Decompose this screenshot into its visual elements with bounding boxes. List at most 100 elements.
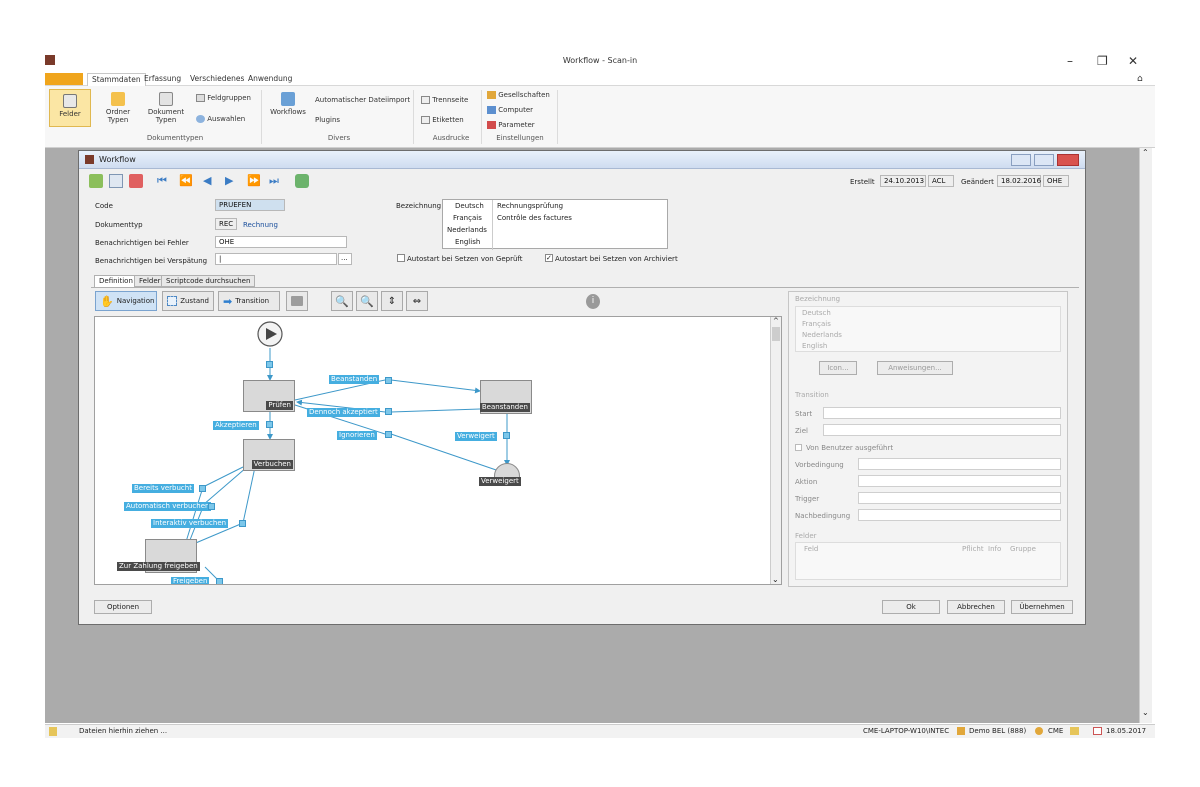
transition-bereits-verbucht[interactable]: Bereits verbucht xyxy=(132,484,194,493)
props-start-select[interactable] xyxy=(823,407,1061,419)
transition-dennoch-akzeptiert[interactable]: Dennoch akzeptiert xyxy=(307,408,380,417)
optionen-button[interactable]: Optionen xyxy=(94,600,152,614)
trigger-field[interactable] xyxy=(858,492,1061,504)
notify-delay-picker-button[interactable]: ... xyxy=(338,253,352,265)
workspace-scrollbar[interactable]: ⌃ ⌄ xyxy=(1139,148,1152,723)
transition-connector[interactable] xyxy=(216,578,223,584)
transition-akzeptieren[interactable]: Akzeptieren xyxy=(213,421,259,430)
parameter-button[interactable]: Parameter xyxy=(487,121,535,129)
tab-verschiedenes[interactable]: Verschiedenes xyxy=(186,73,248,86)
state-node-verbuchen[interactable]: Verbuchen xyxy=(243,439,295,471)
fit-height-button[interactable]: ⇕ xyxy=(381,291,403,311)
autostart-checked-checkbox[interactable] xyxy=(397,254,405,262)
transition-connector[interactable] xyxy=(266,421,273,428)
scroll-up-icon[interactable]: ⌃ xyxy=(1142,148,1149,157)
notify-delay-field[interactable]: | xyxy=(215,253,337,265)
computer-button[interactable]: Computer xyxy=(487,106,533,114)
minimize-button[interactable]: – xyxy=(1067,54,1073,68)
ok-button[interactable]: Ok xyxy=(882,600,940,614)
close-button[interactable]: ✕ xyxy=(1128,54,1138,68)
navigation-tool-button[interactable]: ✋ Navigation xyxy=(95,291,157,311)
bezeichnung-deutsch[interactable]: Rechnungsprüfung xyxy=(497,202,563,210)
bezeichnung-francais[interactable]: Contrôle des factures xyxy=(497,214,572,222)
tab-definition[interactable]: Definition xyxy=(94,275,138,287)
tab-stammdaten[interactable]: Stammdaten xyxy=(87,73,146,86)
first-record-icon[interactable]: ⏮ xyxy=(157,174,171,188)
automatischer-dateiimport-button[interactable]: Automatischer Dateiimport xyxy=(315,96,410,104)
zoom-in-button[interactable]: 🔍 xyxy=(331,291,353,311)
canvas-scroll-thumb[interactable] xyxy=(772,327,780,341)
workflow-diagram-canvas[interactable]: Prüfen Beanstanden Verbuchen Verweigert … xyxy=(94,316,782,585)
transition-verweigert[interactable]: Verweigert xyxy=(455,432,497,441)
tab-scriptcode[interactable]: Scriptcode durchsuchen xyxy=(161,275,256,287)
scroll-down-icon[interactable]: ⌄ xyxy=(1142,708,1149,717)
anweisungen-button[interactable]: Anweisungen... xyxy=(877,361,953,375)
app-menu-button[interactable] xyxy=(45,73,83,85)
plugins-button[interactable]: Plugins xyxy=(315,116,340,124)
dokument-typen-button[interactable]: Dokument Typen xyxy=(145,92,187,124)
prev-page-icon[interactable]: ⏪ xyxy=(179,174,193,188)
transition-automatisch-verbuchen[interactable]: Automatisch verbuchen xyxy=(124,502,212,511)
transition-freigeben[interactable]: Freigeben xyxy=(171,577,210,584)
gesellschaften-button[interactable]: Gesellschaften xyxy=(487,91,550,99)
doctype-code[interactable]: REC xyxy=(215,218,237,230)
transition-connector[interactable] xyxy=(503,432,510,439)
aktion-field[interactable] xyxy=(858,475,1061,487)
transition-connector[interactable] xyxy=(266,361,273,368)
state-node-beanstanden[interactable]: Beanstanden xyxy=(479,380,532,414)
von-benutzer-checkbox[interactable] xyxy=(795,444,802,451)
trennseite-button[interactable]: Trennseite xyxy=(421,96,468,104)
state-node-pruefen[interactable]: Prüfen xyxy=(243,380,295,412)
canvas-scroll-up-icon[interactable]: ^ xyxy=(773,317,779,325)
delete-record-icon[interactable] xyxy=(129,174,143,188)
abbrechen-button[interactable]: Abbrechen xyxy=(947,600,1005,614)
auswahlen-button[interactable]: Auswahlen xyxy=(196,115,245,123)
new-record-icon[interactable] xyxy=(89,174,103,188)
workflows-button[interactable]: Workflows xyxy=(269,92,307,116)
fit-width-button[interactable]: ⇔ xyxy=(406,291,428,311)
prev-record-icon[interactable]: ◀ xyxy=(203,174,217,188)
felder-button[interactable]: Felder xyxy=(49,89,91,127)
restore-button[interactable]: ❐ xyxy=(1097,54,1108,68)
print-button[interactable] xyxy=(286,291,308,311)
transition-interaktiv-verbuchen[interactable]: Interaktiv verbuchen xyxy=(151,519,229,528)
info-button[interactable]: i xyxy=(582,291,604,311)
copy-record-icon[interactable] xyxy=(109,174,123,188)
state-node-zur-zahlung-freigeben[interactable]: Zur Zahlung freigeben xyxy=(117,539,200,573)
next-record-icon[interactable]: ▶ xyxy=(225,174,239,188)
refresh-icon[interactable] xyxy=(295,174,309,188)
transition-ignorieren[interactable]: Ignorieren xyxy=(337,431,377,440)
last-record-icon[interactable]: ⏭ xyxy=(269,174,283,188)
child-close-button[interactable] xyxy=(1057,154,1079,166)
ribbon-collapse-icon[interactable]: ⌂ xyxy=(1133,73,1147,86)
props-ziel-select[interactable] xyxy=(823,424,1061,436)
tab-erfassung[interactable]: Erfassung xyxy=(140,73,185,86)
child-restore-button[interactable] xyxy=(1034,154,1054,166)
feldgruppen-button[interactable]: Feldgruppen xyxy=(196,94,251,102)
doctype-name-link[interactable]: Rechnung xyxy=(243,221,278,229)
zustand-tool-button[interactable]: Zustand xyxy=(162,291,214,311)
icon-button[interactable]: Icon... xyxy=(819,361,857,375)
etiketten-button[interactable]: Etiketten xyxy=(421,116,464,124)
canvas-scroll-down-icon[interactable]: ⌄ xyxy=(772,575,779,584)
nachbedingung-field[interactable] xyxy=(858,509,1061,521)
zoom-out-button[interactable]: 🔍 xyxy=(356,291,378,311)
transition-beanstanden[interactable]: Beanstanden xyxy=(329,375,380,384)
vorbedingung-field[interactable] xyxy=(858,458,1061,470)
tab-anwendung[interactable]: Anwendung xyxy=(244,73,296,86)
autostart-archived-checkbox[interactable]: ✓ xyxy=(545,254,553,262)
transition-connector[interactable] xyxy=(385,431,392,438)
transition-connector[interactable] xyxy=(239,520,246,527)
next-page-icon[interactable]: ⏩ xyxy=(247,174,261,188)
transition-connector[interactable] xyxy=(208,503,215,510)
transition-connector[interactable] xyxy=(385,377,392,384)
transition-connector[interactable] xyxy=(385,408,392,415)
child-minimize-button[interactable] xyxy=(1011,154,1031,166)
transition-tool-button[interactable]: ➡ Transition xyxy=(218,291,280,311)
canvas-scrollbar[interactable]: ^ ⌄ xyxy=(770,317,781,584)
uebernehmen-button[interactable]: Übernehmen xyxy=(1011,600,1073,614)
ordner-typen-button[interactable]: Ordner Typen xyxy=(101,92,135,124)
code-field[interactable]: PRUEFEN xyxy=(215,199,285,211)
transition-connector[interactable] xyxy=(199,485,206,492)
notify-error-field[interactable]: OHE xyxy=(215,236,347,248)
